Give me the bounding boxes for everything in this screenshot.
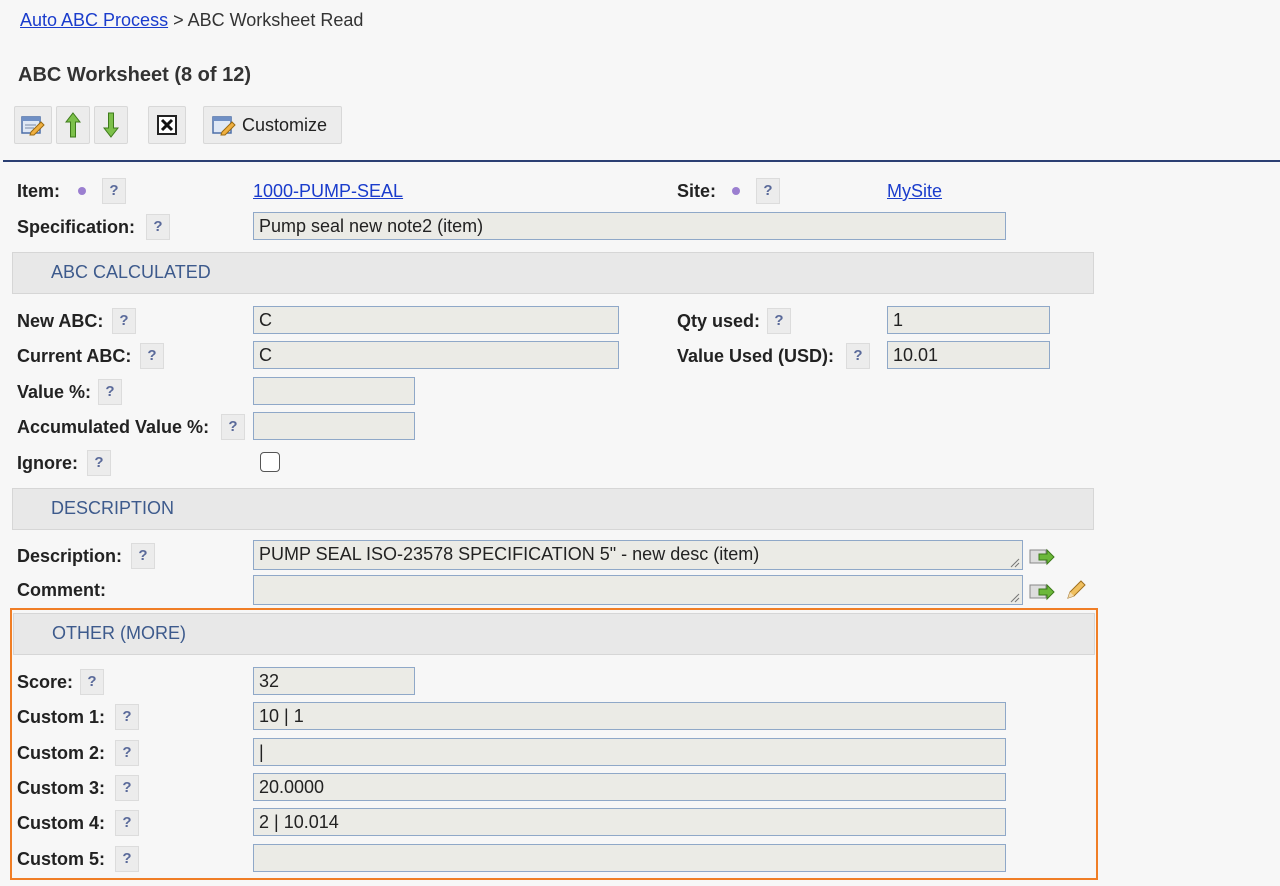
- section-title: OTHER (MORE): [52, 623, 186, 643]
- new-abc-field[interactable]: C: [253, 306, 619, 334]
- description-text: PUMP SEAL ISO-23578 SPECIFICATION 5" - n…: [259, 544, 760, 564]
- custom2-field[interactable]: |: [253, 738, 1006, 766]
- description-label: Description:: [17, 546, 123, 566]
- previous-record-button[interactable]: [56, 106, 90, 144]
- site-help-icon[interactable]: ?: [756, 178, 780, 204]
- value-used-help-icon[interactable]: ?: [846, 343, 870, 369]
- page-title: ABC Worksheet (8 of 12): [18, 64, 252, 86]
- next-record-button[interactable]: [94, 106, 128, 144]
- qty-used-field[interactable]: 1: [887, 306, 1050, 334]
- score-label: Score:: [17, 672, 74, 692]
- breadcrumb-parent-link[interactable]: Auto ABC Process: [20, 10, 168, 30]
- item-label: Item:: [17, 181, 61, 201]
- custom4-help-icon[interactable]: ?: [115, 810, 139, 836]
- comment-label: Comment:: [17, 580, 106, 600]
- required-indicator-icon: [78, 187, 86, 195]
- value-pct-help-icon[interactable]: ?: [98, 379, 122, 405]
- resize-grip-icon[interactable]: [1010, 558, 1020, 568]
- custom4-label: Custom 4:: [17, 813, 106, 833]
- close-button[interactable]: [148, 106, 186, 144]
- item-help-icon[interactable]: ?: [102, 178, 126, 204]
- custom3-help-icon[interactable]: ?: [115, 775, 139, 801]
- breadcrumb-separator: >: [168, 10, 188, 30]
- custom5-field[interactable]: [253, 844, 1006, 872]
- value-used-field[interactable]: 10.01: [887, 341, 1050, 369]
- close-icon: [157, 115, 177, 135]
- ignore-help-icon[interactable]: ?: [87, 450, 111, 476]
- score-help-icon[interactable]: ?: [80, 669, 104, 695]
- custom5-help-icon[interactable]: ?: [115, 846, 139, 872]
- ignore-label: Ignore:: [17, 453, 78, 473]
- customize-icon: [212, 116, 236, 136]
- custom2-help-icon[interactable]: ?: [115, 740, 139, 766]
- item-link[interactable]: 1000-PUMP-SEAL: [253, 181, 403, 202]
- comment-textarea[interactable]: [253, 575, 1023, 605]
- specification-field[interactable]: Pump seal new note2 (item): [253, 212, 1006, 240]
- current-abc-field[interactable]: C: [253, 341, 619, 369]
- value-pct-field[interactable]: [253, 377, 415, 405]
- custom1-help-icon[interactable]: ?: [115, 704, 139, 730]
- specification-label: Specification:: [17, 217, 136, 237]
- arrow-up-icon: [65, 112, 81, 138]
- section-description[interactable]: DESCRIPTION: [12, 488, 1094, 530]
- header-divider: [3, 160, 1280, 162]
- go-to-detail-icon[interactable]: [1028, 580, 1056, 604]
- value-used-label: Value Used (USD):: [677, 346, 835, 366]
- accumulated-value-pct-help-icon[interactable]: ?: [221, 414, 245, 440]
- required-indicator-icon: [732, 187, 740, 195]
- accumulated-value-pct-label: Accumulated Value %:: [17, 417, 210, 437]
- customize-button[interactable]: Customize: [203, 106, 342, 144]
- customize-label: Customize: [242, 114, 328, 135]
- score-field[interactable]: 32: [253, 667, 415, 695]
- new-abc-help-icon[interactable]: ?: [112, 308, 136, 334]
- custom2-label: Custom 2:: [17, 743, 106, 763]
- current-abc-label: Current ABC:: [17, 346, 132, 366]
- custom3-field[interactable]: 20.0000: [253, 773, 1006, 801]
- ignore-checkbox[interactable]: [260, 452, 280, 472]
- value-pct-label: Value %:: [17, 382, 92, 402]
- accumulated-value-pct-field[interactable]: [253, 412, 415, 440]
- pencil-icon[interactable]: [1062, 578, 1090, 602]
- description-help-icon[interactable]: ?: [131, 543, 155, 569]
- custom5-label: Custom 5:: [17, 849, 106, 869]
- section-title: DESCRIPTION: [51, 498, 175, 518]
- site-link[interactable]: MySite: [887, 181, 942, 202]
- new-abc-label: New ABC:: [17, 311, 104, 331]
- specification-help-icon[interactable]: ?: [146, 214, 170, 240]
- custom1-label: Custom 1:: [17, 707, 106, 727]
- qty-used-label: Qty used:: [677, 311, 761, 331]
- qty-used-help-icon[interactable]: ?: [767, 308, 791, 334]
- edit-button[interactable]: [14, 106, 52, 144]
- section-abc-calculated[interactable]: ABC CALCULATED: [12, 252, 1094, 294]
- go-to-detail-icon[interactable]: [1028, 545, 1056, 569]
- site-label: Site:: [677, 181, 717, 201]
- current-abc-help-icon[interactable]: ?: [140, 343, 164, 369]
- resize-grip-icon[interactable]: [1010, 593, 1020, 603]
- breadcrumb-current: ABC Worksheet Read: [187, 10, 364, 30]
- edit-icon: [21, 116, 45, 136]
- arrow-down-icon: [103, 112, 119, 138]
- description-textarea[interactable]: PUMP SEAL ISO-23578 SPECIFICATION 5" - n…: [253, 540, 1023, 570]
- custom1-field[interactable]: 10 | 1: [253, 702, 1006, 730]
- section-other-more[interactable]: OTHER (MORE): [13, 613, 1095, 655]
- section-title: ABC CALCULATED: [51, 262, 211, 282]
- custom3-label: Custom 3:: [17, 778, 106, 798]
- custom4-field[interactable]: 2 | 10.014: [253, 808, 1006, 836]
- breadcrumb: Auto ABC Process > ABC Worksheet Read: [20, 10, 363, 31]
